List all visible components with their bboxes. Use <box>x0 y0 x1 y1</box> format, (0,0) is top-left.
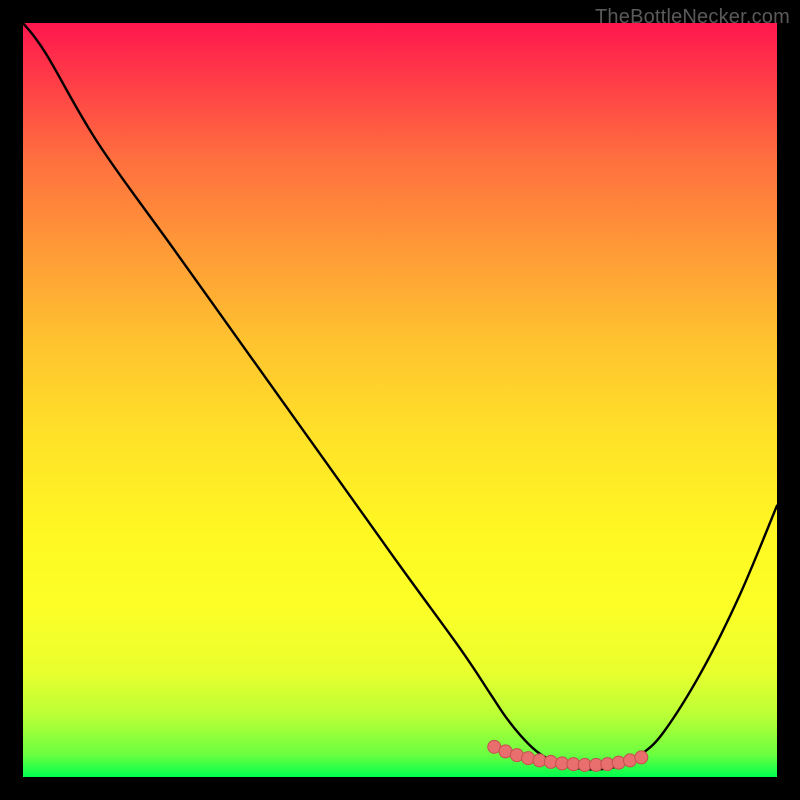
plot-area <box>23 23 777 777</box>
chart-stage: TheBottleNecker.com <box>0 0 800 800</box>
curve-layer <box>23 23 777 777</box>
watermark-label: TheBottleNecker.com <box>595 6 790 29</box>
bead <box>635 751 648 764</box>
bead <box>612 756 625 769</box>
bead <box>522 752 535 765</box>
bottleneck-curve <box>23 23 777 769</box>
curve-beads <box>488 740 648 771</box>
